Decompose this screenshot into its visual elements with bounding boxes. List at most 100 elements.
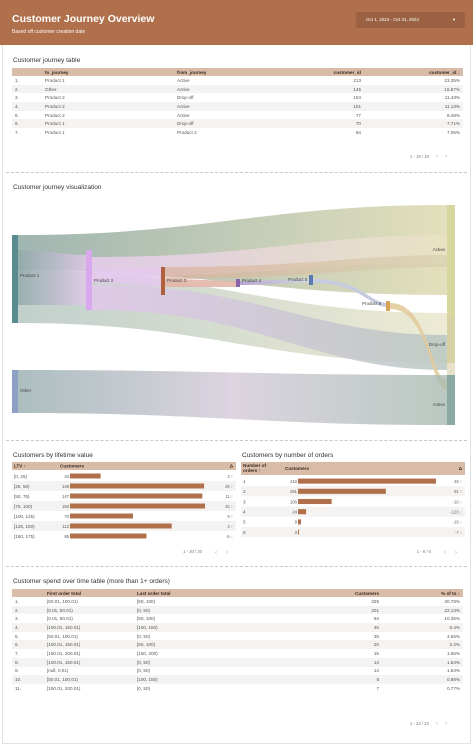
- table-cell: 5.: [15, 633, 19, 639]
- table-row[interactable]: 4. Product 2 Active 101 11.13%: [12, 102, 463, 111]
- table-cell: 7.05%: [446, 129, 460, 135]
- table-cell: [null, 0.01): [47, 668, 69, 674]
- table-cell: 20: [244, 640, 382, 650]
- row-label: 1: [243, 479, 246, 484]
- delta-label: 3 ↑: [227, 524, 233, 529]
- table-row[interactable]: [241, 516, 465, 527]
- table-cell: [50.01, 100.01): [44, 675, 134, 684]
- orders-pager-label: 1 - 6 / 6: [417, 549, 432, 554]
- column-header-first-order[interactable]: First order total: [44, 589, 134, 597]
- delta-label: 11 ↑: [225, 494, 233, 499]
- row-label: [0, 25): [14, 474, 27, 479]
- chevron-left-icon[interactable]: ‹: [215, 550, 217, 556]
- delta-label: 26 ↑: [225, 484, 233, 489]
- date-range-picker[interactable]: Oct 1, 2024 - Oct 31, 2024 ▼: [356, 12, 465, 28]
- sankey-title: Customer journey visualization: [13, 184, 102, 191]
- table-cell: 1.: [15, 598, 19, 604]
- sankey-node-product-5[interactable]: [309, 275, 313, 285]
- sankey-node-other[interactable]: [12, 370, 18, 413]
- delta-label: -10 ↓: [453, 499, 462, 504]
- table-row[interactable]: [241, 527, 465, 538]
- table-cell: 46: [244, 623, 382, 632]
- table-row[interactable]: 2. Other Active 145 15.87%: [12, 84, 463, 94]
- table-cell: 2.: [12, 84, 42, 94]
- sankey-node-product-3[interactable]: [161, 267, 165, 295]
- table-row[interactable]: 9. [null, 0.01) [0, 50) 14 1.54%: [12, 667, 463, 676]
- table-row[interactable]: 7. Product 1 Product 2 64 7.05%: [12, 128, 463, 137]
- spend-table-body: 1. [50.01, 100.01) [50, 100) 325 30.78% 2. [0.…: [12, 597, 463, 693]
- chevron-right-icon[interactable]: ›: [455, 550, 457, 556]
- table-row[interactable]: 3. Product 2 Drop-off 104 11.43%: [12, 93, 463, 102]
- table-row[interactable]: 4. [100.01, 150.01) [100, 150) 46 5.4%: [12, 623, 463, 632]
- table-row[interactable]: 11. [150.01, 200.01) [0, 50) 7 0.77%: [12, 684, 463, 693]
- bar-value-label: 24: [292, 510, 297, 515]
- bar: [70, 513, 133, 519]
- table-row[interactable]: 6. Product 1 Drop-off 70 7.71%: [12, 119, 463, 129]
- bar-value-label: 147: [62, 494, 70, 499]
- table-cell: 35: [373, 633, 379, 639]
- column-header-from-journey[interactable]: from_journey: [174, 68, 284, 76]
- column-header: [12, 68, 42, 76]
- column-header-ltv[interactable]: LTV ↑: [14, 464, 26, 469]
- table-row[interactable]: 5. Product 2 Active 77 8.48%: [12, 111, 463, 120]
- chevron-right-icon[interactable]: ›: [445, 154, 447, 160]
- chevron-left-icon[interactable]: ‹: [444, 550, 446, 556]
- ltv-bar-table: LTV ↑ Customers Δ [0, 25) 34 3 ↑[25, 50) 14…: [12, 462, 236, 556]
- table-cell: 10.35%: [444, 616, 460, 622]
- column-header-last-order[interactable]: Last order total: [134, 589, 244, 597]
- table-cell: 94: [373, 616, 379, 622]
- sankey-node-product-6[interactable]: [386, 301, 390, 311]
- pager-label: 1 - 19 / 19: [410, 154, 429, 159]
- table-cell: [100, 150): [134, 675, 244, 684]
- chevron-left-icon[interactable]: ‹: [436, 721, 438, 727]
- table-cell: 1.54%: [446, 668, 460, 674]
- column-header-pct-total[interactable]: % of to ↓: [382, 589, 463, 597]
- table-row[interactable]: [12, 471, 236, 481]
- sankey-node-product-4[interactable]: [236, 279, 240, 287]
- table-row[interactable]: 3. [0.01, 50.01) [50, 100) 94 10.35%: [12, 614, 463, 623]
- table-cell: 201: [244, 605, 382, 615]
- table-cell: 3.: [15, 616, 19, 622]
- table-row[interactable]: 2. [0.01, 50.01) [0, 50) 201 22.13%: [12, 605, 463, 615]
- spend-table-title: Customer spend over time table (more tha…: [13, 578, 170, 585]
- table-row[interactable]: 1. [50.01, 100.01) [50, 100) 325 30.78%: [12, 597, 463, 606]
- table-cell: 5.: [15, 112, 19, 118]
- chevron-right-icon[interactable]: ›: [226, 550, 228, 556]
- table-cell: 77: [355, 112, 361, 118]
- table-row[interactable]: 8. [100.01, 150.01) [0, 50) 14 1.54%: [12, 657, 463, 667]
- column-header-customers[interactable]: Customers: [244, 589, 382, 597]
- chevron-left-icon[interactable]: ‹: [436, 154, 438, 160]
- sankey-node-product-2[interactable]: [86, 250, 92, 310]
- column-header-customers[interactable]: Customers: [285, 466, 309, 471]
- table-cell: 2.2%: [382, 640, 463, 650]
- table-cell: 0.88%: [382, 675, 463, 684]
- table-cell: Product 2: [42, 102, 174, 111]
- report-title: Customer Journey Overview: [12, 13, 155, 25]
- bar-value-label: 261: [290, 489, 298, 494]
- chevron-right-icon[interactable]: ›: [445, 721, 447, 727]
- table-row[interactable]: 1. Product 1 Active 213 23.35%: [12, 76, 463, 85]
- table-row[interactable]: 5. [50.01, 100.01) [0, 50) 35 3.66%: [12, 632, 463, 641]
- journey-table-title: Customer journey table: [13, 57, 81, 64]
- table-cell: [50, 100): [137, 616, 156, 622]
- table-cell: 101: [284, 102, 364, 111]
- table-cell: [0, 50): [137, 668, 151, 674]
- table-row[interactable]: [241, 506, 465, 517]
- table-row[interactable]: 6. [100.01, 150.01) [50, 100) 20 2.2%: [12, 640, 463, 650]
- delta-label: 81 ↑: [454, 489, 462, 494]
- sankey-node-active-2[interactable]: [447, 375, 455, 425]
- column-header-to-journey[interactable]: to_journey: [42, 68, 174, 76]
- row-label: [100, 125): [14, 514, 35, 519]
- table-row[interactable]: 7. [150.01, 200.01) [150, 200) 15 1.65%: [12, 649, 463, 658]
- column-header-customers[interactable]: Customers: [60, 464, 84, 469]
- table-cell: [50.01, 100.01): [47, 633, 78, 639]
- table-cell: 11.: [15, 685, 22, 691]
- column-header-customer-pct[interactable]: customer_id ↓: [364, 68, 463, 76]
- sankey-node-product-1[interactable]: [12, 235, 18, 323]
- bar-value-label: 85: [64, 534, 69, 539]
- table-cell: 64: [355, 129, 361, 135]
- table-row[interactable]: 10. [50.01, 100.01) [100, 150) 8 0.88%: [12, 675, 463, 684]
- table-cell: 3.: [15, 95, 19, 101]
- table-row[interactable]: [241, 496, 465, 507]
- column-header-customer-id[interactable]: customer_id: [284, 68, 364, 76]
